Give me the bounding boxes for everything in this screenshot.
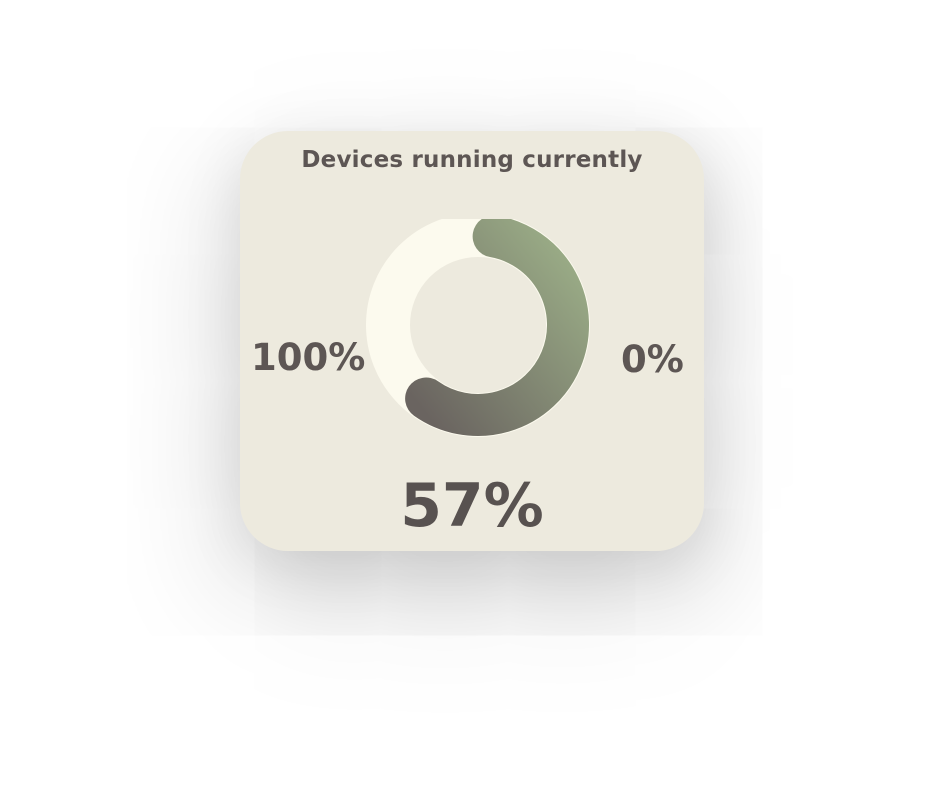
- stage: Devices running currently 100% 0% 57%: [0, 0, 944, 800]
- gauge-value: 57%: [400, 471, 544, 541]
- card-title: Devices running currently: [301, 147, 643, 173]
- radial-gauge: [366, 219, 590, 437]
- devices-running-card: Devices running currently 100% 0% 57%: [240, 131, 704, 551]
- gauge-min-label: 0%: [621, 338, 684, 381]
- gauge-max-label: 100%: [251, 336, 366, 379]
